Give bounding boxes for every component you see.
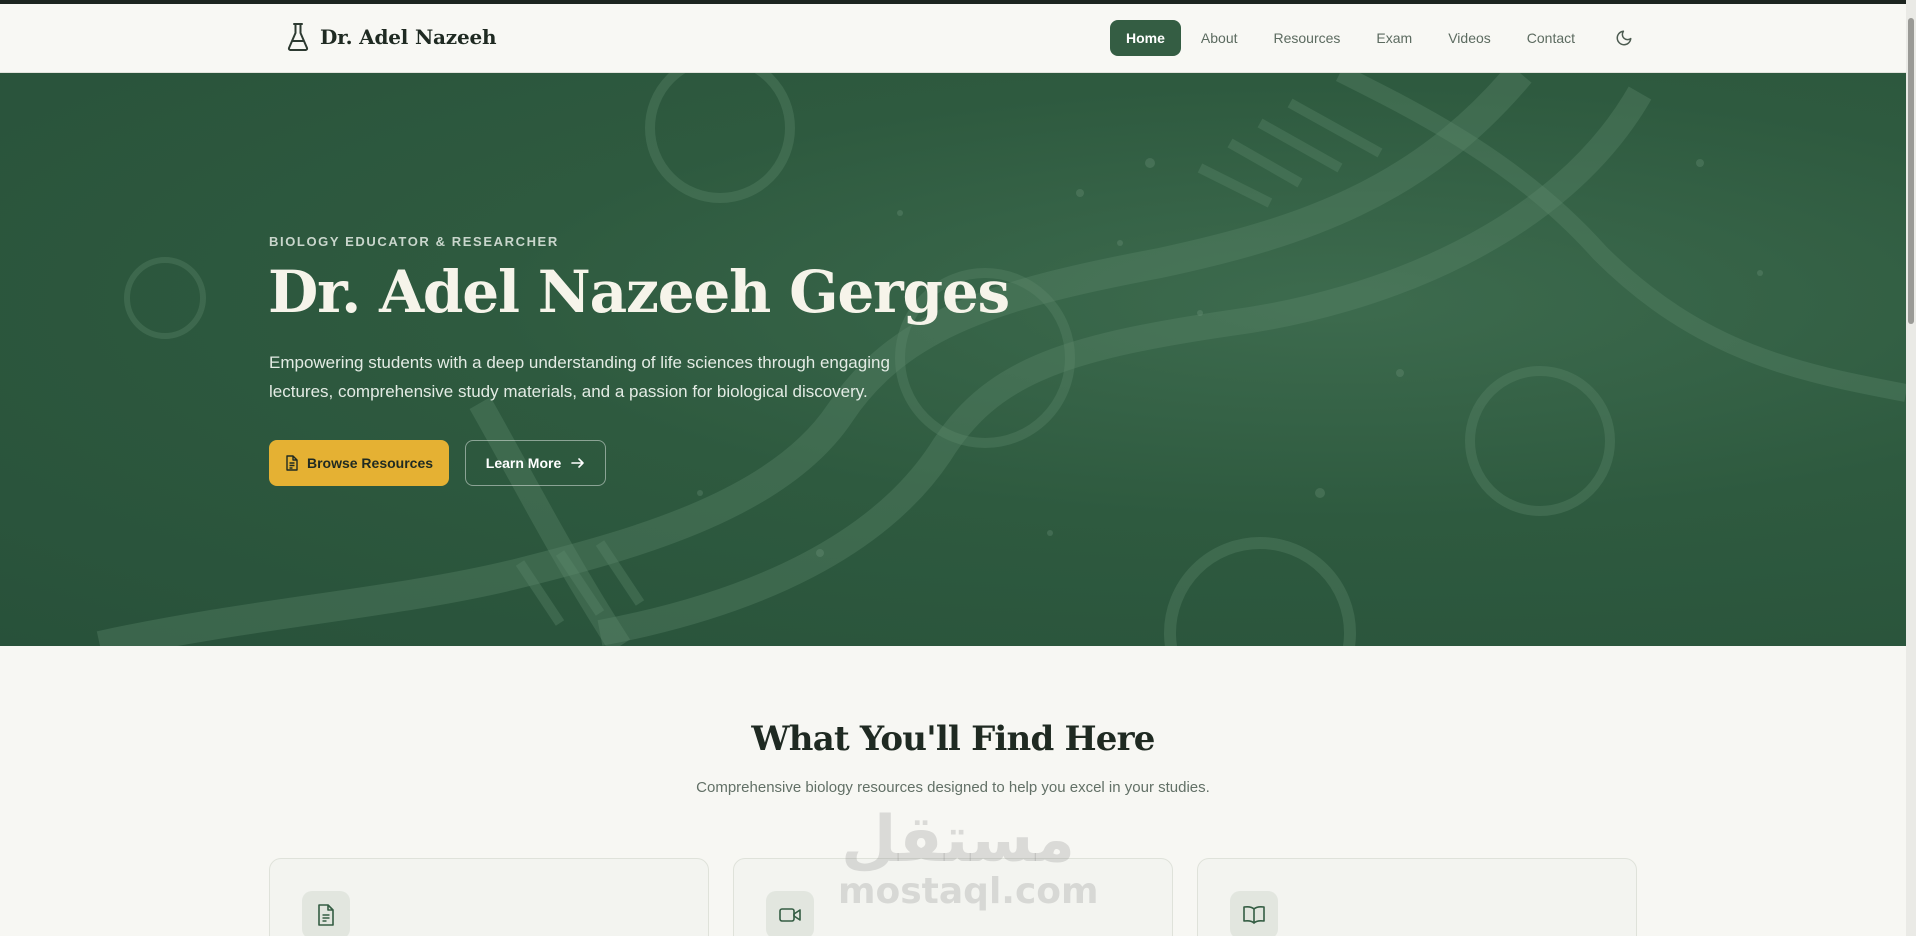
page-scrollbar[interactable] — [1906, 0, 1916, 936]
learn-more-button[interactable]: Learn More — [465, 440, 606, 486]
features-title: What You'll Find Here — [751, 719, 1155, 759]
nav-exam[interactable]: Exam — [1358, 20, 1430, 56]
main-nav: Home About Resources Exam Videos Contact — [1110, 20, 1635, 56]
card-icon-box — [1230, 891, 1278, 936]
theme-toggle-button[interactable] — [1613, 27, 1635, 49]
arrow-right-icon — [571, 458, 585, 468]
feature-card-videos[interactable] — [733, 858, 1173, 936]
browse-resources-button[interactable]: Browse Resources — [269, 440, 449, 486]
moon-icon — [1616, 30, 1632, 46]
flask-icon — [287, 23, 309, 51]
nav-resources[interactable]: Resources — [1256, 20, 1359, 56]
features-subtitle: Comprehensive biology resources designed… — [696, 779, 1210, 796]
hero-description: Empowering students with a deep understa… — [269, 353, 890, 401]
document-icon — [286, 455, 298, 471]
document-icon — [318, 904, 334, 926]
nav-videos[interactable]: Videos — [1430, 20, 1509, 56]
card-icon-box — [766, 891, 814, 936]
site-header: Dr. Adel Nazeeh Home About Resources Exa… — [0, 4, 1906, 73]
brand-logo[interactable]: Dr. Adel Nazeeh — [286, 22, 497, 52]
feature-card-books[interactable] — [1197, 858, 1637, 936]
scrollbar-thumb[interactable] — [1908, 18, 1914, 324]
card-icon-box — [302, 891, 350, 936]
video-icon — [779, 908, 801, 922]
nav-contact[interactable]: Contact — [1509, 20, 1593, 56]
nav-about[interactable]: About — [1183, 20, 1256, 56]
nav-home[interactable]: Home — [1110, 20, 1181, 56]
browse-resources-label: Browse Resources — [306, 455, 434, 471]
hero-eyebrow: BIOLOGY EDUCATOR & RESEARCHER — [269, 234, 559, 249]
feature-card-documents[interactable] — [269, 858, 709, 936]
hero-section: BIOLOGY EDUCATOR & RESEARCHER Dr. Adel N… — [0, 73, 1906, 646]
hero-title: Dr. Adel Nazeeh Gerges — [268, 258, 1010, 326]
brand-name: Dr. Adel Nazeeh — [320, 25, 497, 49]
learn-more-label: Learn More — [485, 455, 562, 471]
book-icon — [1243, 906, 1265, 924]
